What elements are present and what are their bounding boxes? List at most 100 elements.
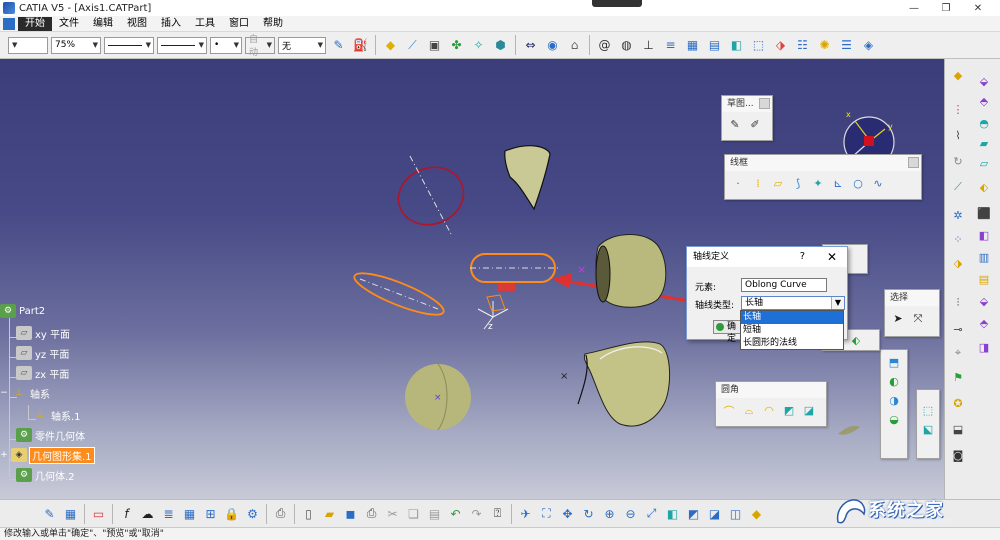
select-arrow-icon[interactable]: ➤ bbox=[889, 310, 907, 327]
law-icon[interactable]: ⟋ bbox=[949, 179, 967, 195]
intersection-icon[interactable]: ✦ bbox=[809, 175, 827, 192]
material-icon[interactable]: ◆ bbox=[747, 504, 766, 523]
box-icon[interactable]: ⬛ bbox=[975, 205, 993, 221]
format-painter-icon[interactable]: ✎ bbox=[329, 36, 348, 55]
expand-plus-icon[interactable]: + bbox=[0, 448, 8, 462]
whats-this-icon[interactable]: ⍰ bbox=[488, 504, 507, 523]
spline-icon[interactable]: ∿ bbox=[869, 175, 887, 192]
drag-handle[interactable] bbox=[592, 0, 642, 7]
axis-type-select[interactable]: 长轴 ▼ bbox=[741, 296, 845, 310]
paint-bucket-icon[interactable]: ⛽ bbox=[351, 36, 370, 55]
sphere-icon[interactable]: ◍ bbox=[617, 36, 636, 55]
restore-button[interactable]: ❐ bbox=[930, 0, 962, 16]
menu-insert[interactable]: 插入 bbox=[154, 17, 188, 31]
tritangent-fillet-icon[interactable]: ◩ bbox=[780, 402, 798, 419]
close-icon[interactable] bbox=[759, 98, 770, 109]
catalog-icon[interactable]: ⬓ bbox=[949, 421, 967, 437]
fill-icon[interactable]: ▰ bbox=[975, 135, 993, 151]
print-icon[interactable]: ⎙ bbox=[362, 504, 381, 523]
annotation-icon[interactable]: ⌖ bbox=[949, 345, 967, 361]
grid-icon[interactable]: ▦ bbox=[683, 36, 702, 55]
sphere-surface-icon[interactable]: ◓ bbox=[975, 115, 993, 131]
lock-icon[interactable]: 🔒 bbox=[222, 504, 241, 523]
analysis-icon[interactable]: ⬗ bbox=[771, 36, 790, 55]
thick-icon[interactable]: ◧ bbox=[975, 227, 993, 243]
chevron-down-icon[interactable]: ▼ bbox=[831, 297, 844, 309]
axis-icon[interactable]: ⊥ bbox=[639, 36, 658, 55]
tree-node-axis-systems[interactable]: − ⊥ 轴系 bbox=[0, 385, 50, 401]
eraser-icon[interactable]: ◈ bbox=[859, 36, 878, 55]
tree-node-xy-plane[interactable]: ▱ xy 平面 bbox=[16, 325, 70, 341]
sketch-icon[interactable]: ✎ bbox=[726, 116, 744, 133]
spiral-icon[interactable]: @ bbox=[595, 36, 614, 55]
new-file-icon[interactable]: ▯ bbox=[299, 504, 318, 523]
workbench-icon[interactable]: ◆ bbox=[949, 67, 967, 83]
revolve-icon[interactable]: ⬘ bbox=[975, 93, 993, 109]
tree-node-part2[interactable]: ⚙ Part2 bbox=[0, 303, 45, 319]
fillet-palette[interactable]: 圆角 ⌒ ⌓ ◠ ◩ ◪ bbox=[715, 381, 827, 427]
ok-button[interactable]: 确定 bbox=[713, 320, 741, 344]
fit-all-icon[interactable]: ⛶ bbox=[537, 504, 556, 523]
surface-tool-icon[interactable]: ✧ bbox=[469, 36, 488, 55]
line-type-select[interactable]: ▼ bbox=[157, 36, 207, 54]
loft-icon[interactable]: ⬖ bbox=[847, 332, 865, 349]
paste-icon[interactable]: ▤ bbox=[425, 504, 444, 523]
menu-window[interactable]: 窗口 bbox=[222, 17, 256, 31]
tree-node-geometrical-set-1[interactable]: + ◈ 几何图形集.1 bbox=[0, 446, 95, 464]
edge-fillet-icon[interactable]: ⌒ bbox=[720, 402, 738, 419]
variable-fillet-icon[interactable]: ⌓ bbox=[740, 402, 758, 419]
red-circle-sketch[interactable] bbox=[390, 155, 471, 237]
solid-tool-icon[interactable]: ⬢ bbox=[491, 36, 510, 55]
fly-mode-icon[interactable]: ✈ bbox=[516, 504, 535, 523]
palette-title[interactable]: 选择 bbox=[885, 290, 939, 306]
view-icon[interactable]: ▤ bbox=[705, 36, 724, 55]
close-icon[interactable] bbox=[908, 157, 919, 168]
point-symbol-select[interactable]: • ▼ bbox=[210, 36, 242, 54]
extract-icon[interactable]: ⊾ bbox=[829, 175, 847, 192]
close-button[interactable]: ✕ bbox=[962, 0, 994, 16]
hierarchy-icon[interactable]: ⊞ bbox=[201, 504, 220, 523]
swap-space-icon[interactable]: ◫ bbox=[726, 504, 745, 523]
sketch-palette[interactable]: 草图... ✎ ✐ bbox=[721, 95, 773, 141]
symmetry-icon[interactable]: ⬗ bbox=[949, 255, 967, 271]
select-palette[interactable]: 选择 ➤ ⤧ bbox=[884, 289, 940, 337]
chamfer-icon[interactable]: ◪ bbox=[800, 402, 818, 419]
light-icon[interactable]: ✺ bbox=[815, 36, 834, 55]
tree-icon[interactable]: ≡ bbox=[661, 36, 680, 55]
join-icon[interactable]: ⬒ bbox=[885, 354, 903, 371]
draft-icon[interactable]: ⬙ bbox=[975, 293, 993, 309]
offset-icon[interactable]: ⌇ bbox=[949, 127, 967, 143]
rule-icon[interactable]: ✪ bbox=[949, 395, 967, 411]
menu-view[interactable]: 视图 bbox=[120, 17, 154, 31]
palette-title[interactable]: 草图... bbox=[722, 96, 772, 112]
tree-node-body-2[interactable]: ⚙ 几何体.2 bbox=[16, 467, 75, 483]
shell-surface-top[interactable] bbox=[504, 145, 551, 211]
refresh-icon[interactable]: ↻ bbox=[949, 153, 967, 169]
sketch-tools-icon[interactable]: ⋮ bbox=[949, 101, 967, 117]
pattern-icon[interactable]: ✲ bbox=[949, 207, 967, 223]
vase-solid[interactable] bbox=[577, 341, 671, 427]
translate-icon[interactable]: ⬚ bbox=[919, 402, 937, 419]
layer-select[interactable]: 无 ▼ bbox=[278, 36, 326, 54]
extrude-icon[interactable]: ⬙ bbox=[975, 73, 993, 89]
expand-minus-icon[interactable]: − bbox=[0, 386, 8, 400]
tree-node-axis-system-1[interactable]: ⊥ 轴系.1 bbox=[32, 407, 80, 423]
knowledge-icon[interactable]: ⚑ bbox=[949, 369, 967, 385]
camera-icon[interactable]: ◙ bbox=[949, 447, 967, 463]
menu-help[interactable]: 帮助 bbox=[256, 17, 290, 31]
dropdown-option-normal[interactable]: 长圆形的法线 bbox=[741, 337, 843, 350]
plane-tool-icon[interactable]: ▣ bbox=[425, 36, 444, 55]
shading-icon[interactable]: ◩ bbox=[684, 504, 703, 523]
curve-tool-icon[interactable]: ✤ bbox=[447, 36, 466, 55]
minimize-button[interactable]: — bbox=[898, 0, 930, 16]
analysis-tool-icon[interactable]: ⚙ bbox=[243, 504, 262, 523]
cut-icon[interactable]: ✂ bbox=[383, 504, 402, 523]
shell-icon[interactable]: ⬘ bbox=[975, 315, 993, 331]
tree-node-part-body[interactable]: ⚙ 零件几何体 bbox=[16, 427, 85, 443]
comment-icon[interactable]: ☁ bbox=[138, 504, 157, 523]
close-surface-icon[interactable]: ▥ bbox=[975, 249, 993, 265]
print-preview-icon[interactable]: ⎙ bbox=[271, 504, 290, 523]
dialog-close-button[interactable]: ✕ bbox=[827, 247, 837, 267]
line-tool-icon[interactable]: ⟋ bbox=[403, 36, 422, 55]
iso-view-icon[interactable]: ◧ bbox=[663, 504, 682, 523]
